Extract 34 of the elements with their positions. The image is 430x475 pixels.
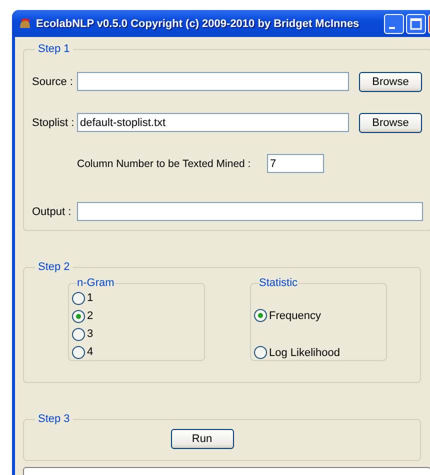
window-title: EcolabNLP v0.5.0 Copyright (c) 2009-2010 by Bridget McInnes [36, 18, 360, 30]
radio-button[interactable] [72, 346, 85, 358]
output-field[interactable] [77, 202, 423, 221]
field-label: Column Number to be Texted Mined : [77, 158, 252, 170]
radio-button[interactable] [72, 310, 85, 322]
field-label: Source : [32, 76, 74, 88]
maximize-button[interactable] [406, 14, 426, 34]
maximize-icon [410, 18, 422, 30]
option-label: Log Likelihood [269, 346, 340, 358]
group-legend: Step 2 [35, 261, 73, 273]
option-label: 2 [87, 310, 94, 322]
run-button[interactable]: Run [170, 429, 234, 449]
option-label: 1 [87, 292, 94, 304]
minimize-button[interactable] [384, 14, 404, 34]
group-legend: Step 1 [35, 43, 73, 55]
field-label: Stoplist : [32, 116, 76, 128]
option-label: 4 [87, 346, 94, 358]
text-field[interactable]: default-stoplist.txt [77, 113, 349, 132]
radio-button[interactable] [72, 292, 85, 304]
helmet-icon [18, 16, 32, 30]
browse-button[interactable]: Browse [359, 112, 422, 132]
option-label: Frequency [269, 310, 321, 322]
field-label: Output : [32, 206, 72, 218]
radio-button[interactable] [72, 328, 85, 340]
browse-button[interactable]: Browse [359, 72, 422, 92]
group-legend: Statistic [259, 277, 298, 289]
radio-button[interactable] [254, 346, 267, 359]
text-field[interactable] [77, 72, 349, 91]
minimize-icon [389, 26, 395, 28]
option-label: 3 [87, 328, 94, 340]
radio-button[interactable] [254, 309, 267, 322]
group-legend: Step 3 [35, 413, 73, 425]
column-number-field[interactable]: 7 [267, 154, 324, 173]
group-legend: n-Gram [77, 277, 114, 289]
